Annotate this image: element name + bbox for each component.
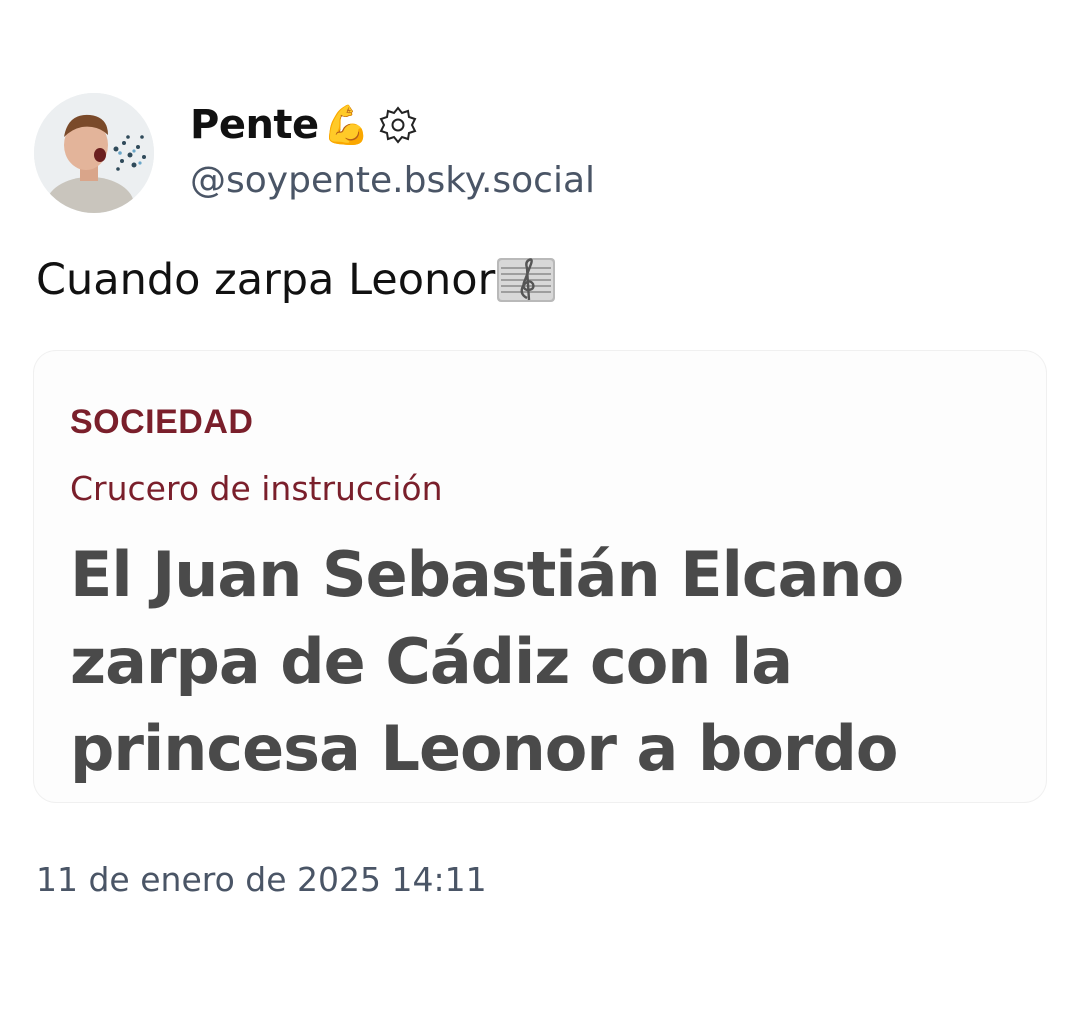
embed-headline: El Juan Sebastián Elcano zarpa de Cádiz … — [70, 538, 904, 785]
display-name-row[interactable]: Pente 💪 — [190, 98, 418, 152]
verified-badge-icon — [378, 105, 418, 145]
avatar-image — [34, 93, 154, 213]
avatar[interactable] — [34, 93, 154, 213]
embed-kicker: Crucero de instrucción — [70, 469, 443, 508]
musical-score-icon — [497, 254, 556, 306]
link-embed-card[interactable]: SOCIEDAD Crucero de instrucción El Juan … — [34, 351, 1046, 802]
flexed-biceps-icon: 💪 — [322, 103, 370, 147]
post-text: Cuando zarpa Leonor — [36, 254, 556, 306]
display-name[interactable]: Pente — [190, 102, 319, 148]
post-timestamp[interactable]: 11 de enero de 2025 14:11 — [36, 860, 487, 899]
author-handle[interactable]: @soypente.bsky.social — [190, 160, 595, 201]
embed-section-label: SOCIEDAD — [70, 403, 254, 441]
post-text-body: Cuando zarpa Leonor — [36, 255, 496, 305]
bluesky-post: Pente 💪 @soypente.bsky.social Cuando zar… — [0, 0, 1080, 1020]
